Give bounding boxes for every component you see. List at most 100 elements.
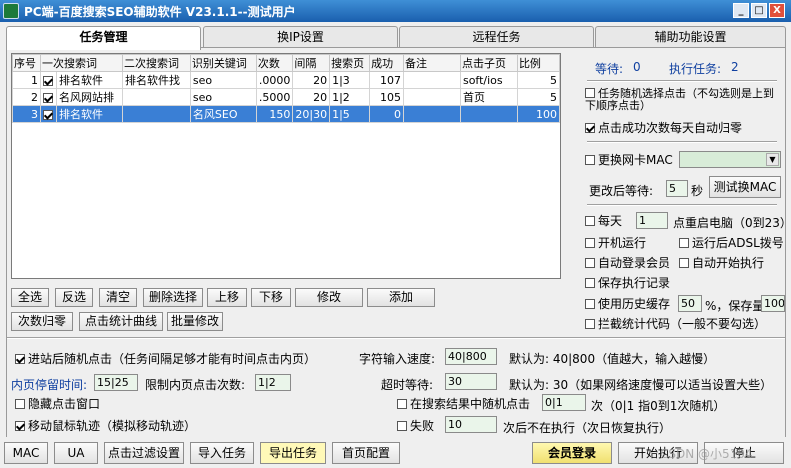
divider: [587, 141, 777, 143]
limit-inner-input[interactable]: 1|2: [255, 374, 291, 391]
checkbox-box[interactable]: [15, 421, 25, 431]
checkbox-box[interactable]: [585, 88, 595, 98]
add-button[interactable]: 添加: [367, 288, 435, 307]
tab-task-management[interactable]: 任务管理: [6, 26, 201, 50]
task-grid[interactable]: 序号 一次搜索词 二次搜索词 识别关键词 次数 间隔 搜索页 成功 备注 点击子…: [11, 53, 561, 279]
row-note: [403, 71, 461, 89]
inner-stay-input[interactable]: 15|25: [94, 374, 138, 391]
table-row-selected[interactable]: 3 排名软件 名风SEO 150 20|30 1|5 0 100: [12, 105, 560, 123]
checkbox-box[interactable]: [397, 421, 407, 431]
col-kw1[interactable]: 一次搜索词: [39, 54, 123, 72]
checkbox-box[interactable]: [585, 123, 595, 133]
clear-button[interactable]: 清空: [99, 288, 137, 307]
tab-assist-settings[interactable]: 辅助功能设置: [595, 26, 786, 48]
startup-run-checkbox[interactable]: 开机运行: [585, 236, 646, 250]
import-task-button[interactable]: 导入任务: [190, 442, 254, 464]
reset-count-button[interactable]: 次数归零: [11, 312, 73, 331]
hide-window-checkbox[interactable]: 隐藏点击窗口: [15, 397, 100, 411]
col-interval[interactable]: 间隔: [292, 54, 331, 72]
move-down-button[interactable]: 下移: [251, 288, 291, 307]
checkbox-box[interactable]: [585, 278, 595, 288]
minimize-button[interactable]: _: [733, 3, 749, 18]
checkbox-box[interactable]: [679, 258, 689, 268]
tab-remote-tasks[interactable]: 远程任务: [399, 26, 594, 48]
table-row[interactable]: 1 排名软件 排名软件找 seo .0000 20 1|3 107 soft/i…: [12, 71, 560, 89]
click-filter-button[interactable]: 点击过滤设置: [104, 442, 184, 464]
random-in-results-suffix: 次（0|1 指0到1次随机）: [591, 399, 726, 413]
col-success[interactable]: 成功: [369, 54, 405, 72]
checkbox-box[interactable]: [585, 155, 595, 165]
checkbox-box[interactable]: [15, 354, 25, 364]
daily-reset-checkbox[interactable]: 点击成功次数每天自动归零: [585, 121, 742, 135]
checkbox-box[interactable]: [585, 216, 595, 226]
mac-button[interactable]: MAC: [4, 442, 48, 464]
chevron-down-icon[interactable]: ▼: [766, 153, 779, 166]
maximize-button[interactable]: □: [751, 3, 767, 18]
checkbox-box[interactable]: [585, 319, 595, 329]
checkbox-box[interactable]: [679, 238, 689, 248]
ua-button[interactable]: UA: [54, 442, 98, 464]
checkbox-box[interactable]: [15, 399, 25, 409]
col-times[interactable]: 次数: [255, 54, 294, 72]
edit-button[interactable]: 修改: [295, 288, 363, 307]
close-button[interactable]: X: [769, 3, 785, 18]
save-log-checkbox[interactable]: 保存执行记录: [585, 276, 670, 290]
batch-edit-button[interactable]: 批量修改: [167, 312, 223, 331]
home-config-button[interactable]: 首页配置: [332, 442, 400, 464]
col-ident[interactable]: 识别关键词: [189, 54, 257, 72]
char-speed-input[interactable]: 40|800: [445, 348, 497, 365]
row-checkbox[interactable]: [39, 105, 57, 123]
col-page[interactable]: 搜索页: [329, 54, 371, 72]
checkbox-box[interactable]: [585, 299, 595, 309]
col-no[interactable]: 序号: [12, 54, 41, 72]
col-ratio[interactable]: 比例: [516, 54, 560, 72]
daily-restart-checkbox[interactable]: 每天: [585, 214, 622, 228]
block-stats-checkbox[interactable]: 拦截统计代码（一般不要勾选）: [585, 317, 766, 331]
history-cache-input[interactable]: 50: [678, 295, 702, 312]
row-page: 1|5: [329, 105, 371, 123]
checkbox-box[interactable]: [397, 399, 407, 409]
row-no: 2: [12, 88, 41, 106]
auto-login-label: 自动登录会员: [598, 256, 671, 270]
fail-count-input[interactable]: 10: [445, 416, 497, 433]
row-checkbox[interactable]: [39, 71, 57, 89]
row-ratio: 5: [516, 88, 560, 106]
checkbox-box[interactable]: [585, 238, 595, 248]
auto-login-checkbox[interactable]: 自动登录会员: [585, 256, 670, 270]
tab-ip-settings[interactable]: 换IP设置: [203, 26, 398, 48]
enter-random-checkbox[interactable]: 进站后随机点击（任务间隔足够才能有时间点击内页）: [15, 352, 316, 366]
move-up-button[interactable]: 上移: [207, 288, 247, 307]
fail-checkbox[interactable]: 失败: [397, 419, 434, 433]
after-change-wait-input[interactable]: 5: [666, 180, 688, 197]
random-in-results-input[interactable]: 0|1: [542, 394, 586, 411]
timeout-input[interactable]: 30: [445, 373, 497, 390]
history-cache-checkbox[interactable]: 使用历史缓存: [585, 297, 670, 311]
row-checkbox[interactable]: [39, 88, 57, 106]
table-row[interactable]: 2 名风网站排 seo .5000 20 1|2 105 首页 5: [12, 88, 560, 106]
col-subpage[interactable]: 点击子页: [459, 54, 518, 72]
test-mac-button[interactable]: 测试换MAC: [709, 176, 781, 198]
col-note[interactable]: 备注: [403, 54, 461, 72]
random-in-results-checkbox[interactable]: 在搜索结果中随机点击: [397, 397, 530, 411]
row-times: .0000: [255, 71, 294, 89]
select-all-button[interactable]: 全选: [11, 288, 49, 307]
restart-label: 点重启电脑（0到23）: [673, 216, 791, 230]
auto-start-checkbox[interactable]: 自动开始执行: [679, 256, 764, 270]
mac-select[interactable]: ▼: [679, 151, 781, 168]
mouse-move-checkbox[interactable]: 移动鼠标轨迹（模拟移动轨迹）: [15, 419, 196, 433]
row-kw1: 排名软件: [55, 105, 123, 123]
task-panel: 序号 一次搜索词 二次搜索词 识别关键词 次数 间隔 搜索页 成功 备注 点击子…: [6, 47, 791, 465]
click-stats-chart-button[interactable]: 点击统计曲线: [79, 312, 163, 331]
block-stats-label: 拦截统计代码（一般不要勾选）: [598, 317, 767, 331]
col-kw2[interactable]: 二次搜索词: [121, 54, 191, 72]
delete-selected-button[interactable]: 删除选择: [143, 288, 203, 307]
restart-hour-input[interactable]: 1: [636, 212, 668, 229]
random-task-checkbox[interactable]: 任务随机选择点击（不勾选则是上到下顺序点击）: [585, 88, 777, 112]
member-login-button[interactable]: 会员登录: [532, 442, 612, 464]
keep-amount-input[interactable]: 100: [761, 295, 785, 312]
invert-select-button[interactable]: 反选: [55, 288, 93, 307]
checkbox-box[interactable]: [585, 258, 595, 268]
adsl-dial-checkbox[interactable]: 运行后ADSL拨号: [679, 236, 784, 250]
change-mac-checkbox[interactable]: 更换网卡MAC: [585, 153, 673, 167]
export-task-button[interactable]: 导出任务: [260, 442, 326, 464]
